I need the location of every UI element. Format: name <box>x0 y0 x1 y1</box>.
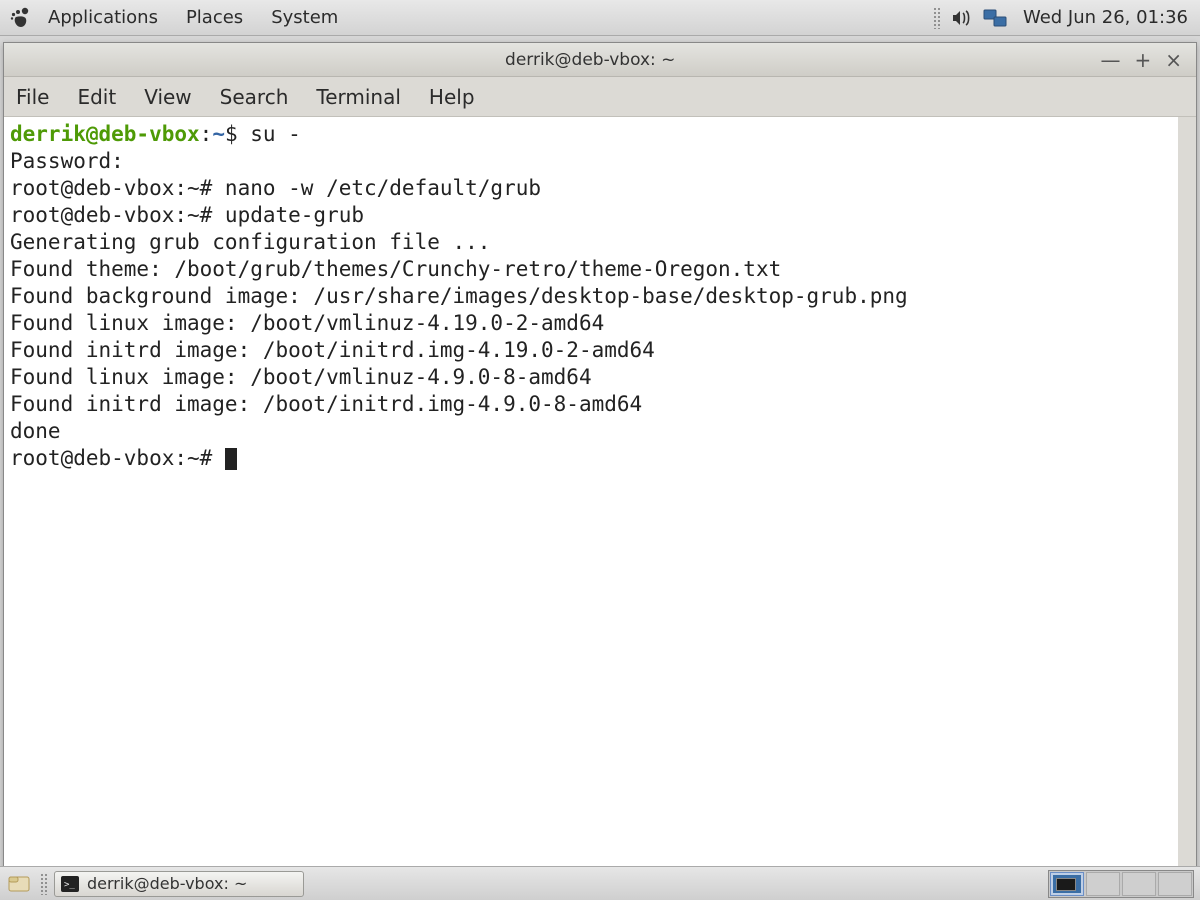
terminal-line: : <box>200 122 213 146</box>
systray: Wed Jun 26, 01:36 <box>933 7 1194 29</box>
menu-system[interactable]: System <box>257 7 352 28</box>
gnome-bottom-panel: >_ derrik@deb-vbox: ~ <box>0 866 1200 900</box>
terminal-line: ~ <box>212 122 225 146</box>
menu-terminal[interactable]: Terminal <box>316 85 401 109</box>
terminal-line: Password: <box>10 149 136 173</box>
menu-help[interactable]: Help <box>429 85 475 109</box>
workspace-thumb-icon <box>1056 878 1076 891</box>
menu-view[interactable]: View <box>144 85 191 109</box>
terminal-line: root@deb-vbox:~# <box>10 446 225 470</box>
terminal-body[interactable]: derrik@deb-vbox:~$ su - Password: root@d… <box>4 117 1196 879</box>
cursor-icon <box>225 448 237 470</box>
workspace-4[interactable] <box>1158 872 1192 896</box>
workspace-3[interactable] <box>1122 872 1156 896</box>
taskbar-item-terminal[interactable]: >_ derrik@deb-vbox: ~ <box>54 871 304 897</box>
panel-grip-icon[interactable] <box>933 7 941 29</box>
terminal-line: $ su - <box>225 122 301 146</box>
terminal-line: Found initrd image: /boot/initrd.img-4.9… <box>10 392 642 416</box>
window-maximize-button[interactable]: + <box>1134 50 1151 70</box>
svg-text:>_: >_ <box>64 880 75 890</box>
terminal-icon: >_ <box>61 876 79 892</box>
volume-icon[interactable] <box>951 8 973 28</box>
workspace-1[interactable] <box>1050 872 1084 896</box>
network-icon[interactable] <box>983 8 1007 28</box>
terminal-line: Found initrd image: /boot/initrd.img-4.1… <box>10 338 655 362</box>
gnome-top-panel: Applications Places System Wed Jun 26, 0… <box>0 0 1200 36</box>
menu-places[interactable]: Places <box>172 7 257 28</box>
menu-search[interactable]: Search <box>220 85 289 109</box>
window-title: derrik@deb-vbox: ~ <box>94 50 1086 70</box>
window-titlebar[interactable]: derrik@deb-vbox: ~ — + × <box>4 43 1196 77</box>
clock[interactable]: Wed Jun 26, 01:36 <box>1017 7 1188 28</box>
menu-edit[interactable]: Edit <box>77 85 116 109</box>
gnome-foot-icon[interactable] <box>6 6 34 30</box>
workspace-switcher <box>1048 870 1194 898</box>
menu-applications[interactable]: Applications <box>34 7 172 28</box>
taskbar-item-label: derrik@deb-vbox: ~ <box>87 874 247 893</box>
show-desktop-button[interactable] <box>6 871 34 897</box>
terminal-window: derrik@deb-vbox: ~ — + × File Edit View … <box>3 42 1197 880</box>
terminal-line: root@deb-vbox:~# update-grub <box>10 203 364 227</box>
terminal-line: Found linux image: /boot/vmlinuz-4.9.0-8… <box>10 365 592 389</box>
scrollbar[interactable] <box>1178 117 1196 879</box>
terminal-line: Found theme: /boot/grub/themes/Crunchy-r… <box>10 257 781 281</box>
panel-grip-icon[interactable] <box>40 873 48 895</box>
window-close-button[interactable]: × <box>1165 50 1182 70</box>
window-minimize-button[interactable]: — <box>1100 50 1120 70</box>
terminal-line: done <box>10 419 61 443</box>
terminal-line: Generating grub configuration file ... <box>10 230 490 254</box>
terminal-line: Found background image: /usr/share/image… <box>10 284 908 308</box>
terminal-line: Found linux image: /boot/vmlinuz-4.19.0-… <box>10 311 604 335</box>
workspace-2[interactable] <box>1086 872 1120 896</box>
terminal-line: root@deb-vbox:~# nano -w /etc/default/gr… <box>10 176 541 200</box>
terminal-line: derrik@deb-vbox <box>10 122 200 146</box>
menu-file[interactable]: File <box>16 85 49 109</box>
terminal-menubar: File Edit View Search Terminal Help <box>4 77 1196 117</box>
